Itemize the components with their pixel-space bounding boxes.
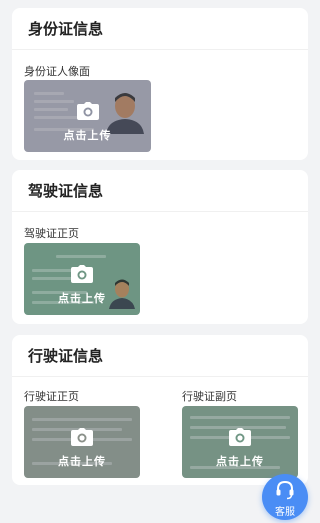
driver-license-section: 驾驶证信息 驾驶证正页 点击上传	[12, 170, 308, 324]
vehicle-license-front-upload[interactable]: 点击上传	[24, 406, 140, 478]
upload-cta: 点击上传	[63, 129, 112, 142]
id-card-portrait-upload[interactable]: 点击上传	[24, 80, 151, 152]
upload-cta: 点击上传	[58, 455, 106, 468]
vehicle-license-section: 行驶证信息 行驶证正页 点击上传 行驶证副页 点击上传	[12, 335, 308, 485]
camera-icon	[76, 102, 99, 120]
vehicle-license-back-upload[interactable]: 点击上传	[182, 406, 298, 478]
customer-service-label: 客服	[275, 507, 295, 518]
vehicle-license-front-label: 行驶证正页	[24, 390, 79, 403]
camera-icon	[229, 428, 251, 446]
camera-icon	[71, 265, 93, 283]
upload-cta: 点击上传	[216, 455, 264, 468]
customer-service-button[interactable]: 客服	[262, 474, 308, 520]
id-card-portrait-label: 身份证人像面	[24, 65, 90, 78]
driver-license-front-label: 驾驶证正页	[24, 227, 79, 240]
driver-license-section-title: 驾驶证信息	[12, 170, 308, 212]
vehicle-license-back-label: 行驶证副页	[182, 390, 237, 403]
id-card-section-title: 身份证信息	[12, 8, 308, 50]
id-card-section: 身份证信息 身份证人像面 点击上传	[12, 8, 308, 160]
upload-cta: 点击上传	[58, 292, 106, 305]
camera-icon	[71, 428, 93, 446]
vehicle-license-section-title: 行驶证信息	[12, 335, 308, 377]
headset-icon	[276, 480, 294, 500]
driver-license-front-upload[interactable]: 点击上传	[24, 243, 140, 315]
